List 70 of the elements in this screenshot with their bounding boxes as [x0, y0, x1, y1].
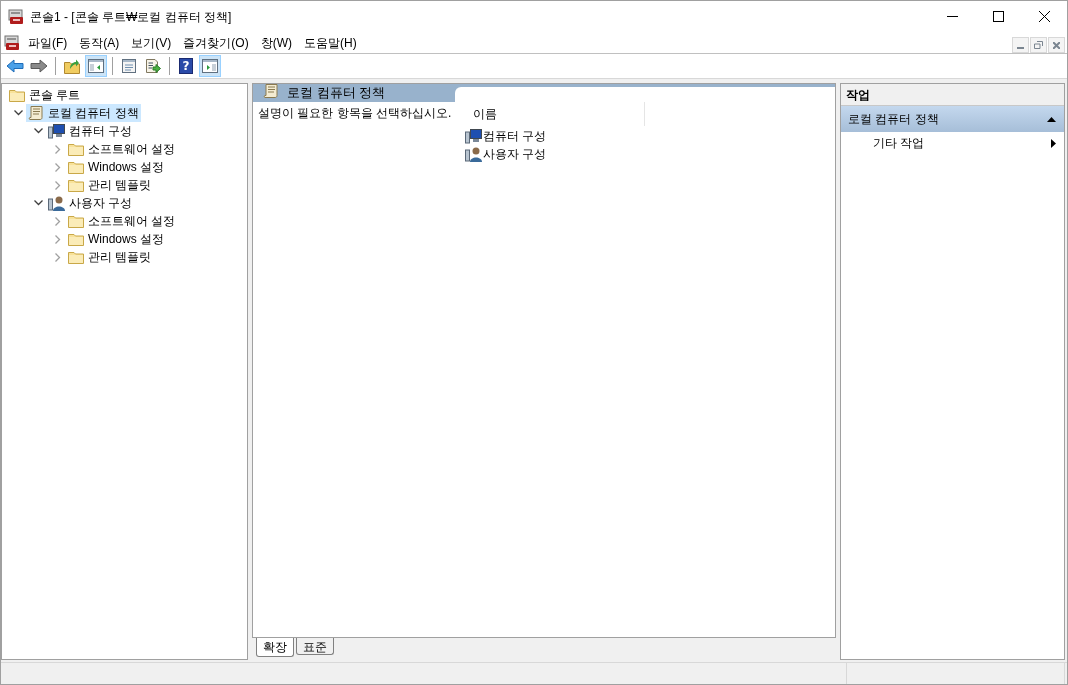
tab[interactable]: 표준 [296, 638, 334, 655]
expand-chevron-icon[interactable] [55, 234, 61, 244]
tree-item[interactable]: Windows 설정 [66, 158, 166, 176]
action-link[interactable]: 기타 작업 [873, 134, 925, 152]
tree-item[interactable]: 콘솔 루트 [7, 86, 83, 104]
collapse-chevron-icon[interactable] [33, 200, 43, 206]
console-icon [8, 8, 24, 25]
tree-item[interactable]: 컴퓨터 구성 [46, 122, 135, 140]
computer-icon [48, 123, 65, 139]
computer-icon [465, 128, 482, 144]
list-item[interactable]: 컴퓨터 구성 [461, 127, 645, 145]
pane-title: 작업 [841, 84, 1064, 106]
menu-item[interactable]: 보기(V) [125, 32, 178, 53]
action-pane-button[interactable] [199, 55, 221, 77]
child-minimize-button[interactable] [1012, 37, 1029, 53]
tree-item[interactable]: 로컬 컴퓨터 정책 [26, 104, 141, 122]
menu-item[interactable]: 파일(F) [22, 32, 74, 53]
menu-item[interactable]: 도움말(H) [298, 32, 363, 53]
scroll-icon [263, 82, 279, 99]
tree-item[interactable]: 관리 템플릿 [66, 176, 154, 194]
minimize-icon [1017, 47, 1024, 49]
child-close-button[interactable] [1048, 37, 1065, 53]
close-icon [1038, 11, 1050, 22]
user-icon [48, 195, 65, 211]
menu-item[interactable]: 즐겨찾기(O) [177, 32, 255, 53]
folder-icon [9, 88, 25, 102]
forward-icon [30, 59, 48, 73]
scroll-icon [28, 105, 44, 121]
folder-icon [68, 214, 84, 228]
tree-item[interactable]: 사용자 구성 [46, 194, 135, 212]
user-icon [465, 146, 482, 162]
action-pane-icon [202, 59, 218, 73]
collapse-chevron-icon[interactable] [33, 128, 43, 134]
tree-item[interactable]: 관리 템플릿 [66, 248, 154, 266]
tree-item[interactable]: 소프트웨어 설정 [66, 212, 178, 230]
column-header[interactable]: 이름 [461, 105, 497, 123]
tree-item[interactable]: Windows 설정 [66, 230, 166, 248]
properties-icon [121, 58, 137, 74]
maximize-icon [992, 11, 1004, 22]
tree-pane-icon [88, 59, 104, 73]
tab[interactable]: 확장 [256, 638, 294, 657]
folder-icon [68, 142, 84, 156]
expand-chevron-icon[interactable] [55, 216, 61, 226]
list-item[interactable]: 사용자 구성 [461, 145, 645, 163]
minimize-icon [946, 15, 958, 18]
export-list-icon [145, 58, 161, 74]
menu-item[interactable]: 창(W) [254, 32, 298, 53]
restore-icon [1034, 41, 1043, 49]
close-icon [1053, 41, 1060, 49]
expand-chevron-icon[interactable] [55, 180, 61, 190]
tree-item[interactable]: 소프트웨어 설정 [66, 140, 178, 158]
folder-icon [68, 160, 84, 174]
folder-up-icon [64, 58, 80, 74]
expand-chevron-icon[interactable] [55, 144, 61, 154]
collapse-chevron-icon[interactable] [13, 110, 23, 116]
child-restore-button[interactable] [1030, 37, 1047, 53]
expand-chevron-icon[interactable] [55, 162, 61, 172]
tree-pane-button[interactable] [85, 55, 107, 77]
back-icon [6, 59, 24, 73]
folder-icon [68, 178, 84, 192]
menu-item[interactable]: 동작(A) [73, 32, 126, 53]
action-section-header[interactable]: 로컬 컴퓨터 정책 [841, 106, 1064, 132]
folder-icon [68, 232, 84, 246]
pane-title: 로컬 컴퓨터 정책 [287, 84, 386, 103]
expand-chevron-icon[interactable] [55, 252, 61, 262]
description-text: 설명이 필요한 항목을 선택하십시오. [257, 105, 453, 122]
submenu-arrow-icon [1051, 138, 1056, 148]
window-title: 콘솔1 - [콘솔 루트₩로컬 컴퓨터 정책] [30, 8, 232, 26]
folder-icon [68, 250, 84, 264]
console-icon [4, 34, 20, 51]
